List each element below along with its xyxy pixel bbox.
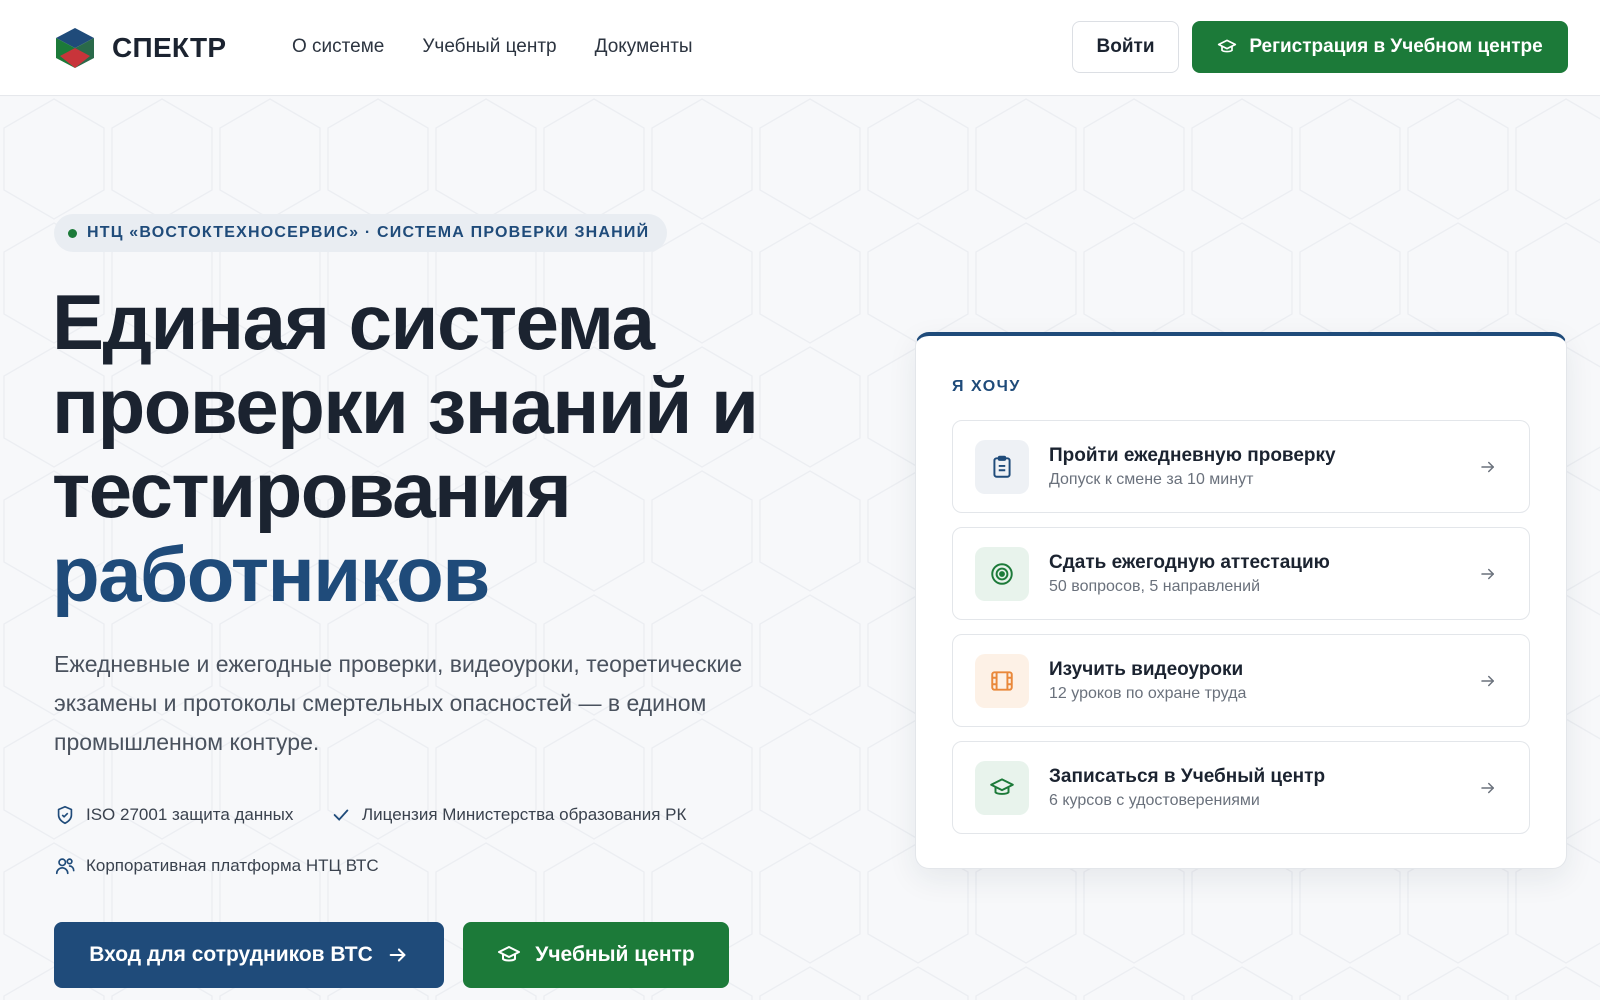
option-icon-wrap	[975, 760, 1029, 815]
nav-about[interactable]: О системе	[292, 36, 384, 58]
graduation-cap-icon	[498, 946, 521, 962]
option-text: Сдать ежегодную аттестацию 50 вопросов, …	[1049, 552, 1479, 596]
employee-login-label: Вход для сотрудников ВТС	[89, 943, 373, 966]
option-icon-wrap	[975, 546, 1029, 601]
target-icon	[991, 562, 1013, 585]
headline-line-3: тестирования	[52, 446, 572, 534]
training-center-button[interactable]: Учебный центр	[463, 922, 729, 988]
graduation-cap-icon	[990, 777, 1014, 795]
option-subtitle: 12 уроков по охране труда	[1049, 684, 1247, 702]
option-daily-check[interactable]: Пройти ежедневную проверку Допуск к смен…	[952, 420, 1530, 513]
arrow-right-icon	[389, 948, 406, 962]
feature-license: Лицензия Министерства образования РК	[330, 804, 686, 826]
arrow-right-icon	[1481, 568, 1494, 579]
org-badge-text: НТЦ «ВОСТОКТЕХНОСЕРВИС» · СИСТЕМА ПРОВЕР…	[87, 224, 650, 241]
option-text: Пройти ежедневную проверку Допуск к смен…	[1049, 445, 1479, 489]
option-annual-attestation[interactable]: Сдать ежегодную аттестацию 50 вопросов, …	[952, 527, 1530, 620]
brand-logo[interactable]: СПЕКТР	[54, 26, 226, 70]
shield-check-icon	[57, 805, 73, 825]
hero-subtitle: Ежедневные и ежегодные проверки, видеоур…	[54, 651, 743, 755]
main-nav: О системе Учебный центр Документы	[292, 36, 693, 58]
users-icon	[55, 858, 75, 875]
option-subtitle: 50 вопросов, 5 направлений	[1049, 577, 1261, 595]
option-text: Изучить видеоуроки 12 уроков по охране т…	[1049, 659, 1479, 703]
card-title: Я ХОЧУ	[952, 378, 1021, 395]
film-icon	[991, 670, 1013, 691]
employee-login-button[interactable]: Вход для сотрудников ВТС	[54, 922, 444, 988]
top-header: СПЕКТР О системе Учебный центр Документы…	[0, 0, 1600, 96]
feature-license-label: Лицензия Министерства образования РК	[362, 805, 687, 824]
option-subtitle: 6 курсов с удостоверениями	[1049, 791, 1260, 809]
arrow-right-icon	[1481, 461, 1494, 472]
org-badge: НТЦ «ВОСТОКТЕХНОСЕРВИС» · СИСТЕМА ПРОВЕР…	[54, 214, 668, 252]
feature-platform: Корпоративная платформа НТЦ ВТС	[54, 855, 379, 877]
arrow-right-icon	[1481, 782, 1494, 793]
register-button[interactable]: Регистрация в Учебном центре	[1192, 21, 1568, 73]
option-text: Записаться в Учебный центр 6 курсов с уд…	[1049, 766, 1479, 810]
training-center-label: Учебный центр	[535, 943, 695, 966]
option-subtitle: Допуск к смене за 10 минут	[1049, 470, 1254, 488]
nav-documents[interactable]: Документы	[595, 36, 693, 58]
register-button-label: Регистрация в Учебном центре	[1249, 36, 1543, 57]
option-icon-wrap	[975, 653, 1029, 708]
option-video-lessons[interactable]: Изучить видеоуроки 12 уроков по охране т…	[952, 634, 1530, 727]
option-title: Записаться в Учебный центр	[1049, 765, 1326, 787]
graduation-cap-icon	[1218, 39, 1237, 53]
feature-iso-label: ISO 27001 защита данных	[86, 805, 294, 824]
page-title: Единая система проверки знаний и тестиро…	[52, 280, 872, 616]
option-title: Пройти ежедневную проверку	[1049, 444, 1336, 466]
check-icon	[333, 809, 349, 821]
nav-training-center[interactable]: Учебный центр	[422, 36, 556, 58]
arrow-right-icon	[1481, 675, 1494, 686]
login-button[interactable]: Войти	[1072, 21, 1179, 73]
quick-actions-card: Я ХОЧУ Пройти ежедневную проверку Допуск…	[915, 332, 1567, 869]
feature-iso: ISO 27001 защита данных	[54, 804, 293, 826]
brand-name: СПЕКТР	[112, 32, 227, 63]
headline-line-1: Единая система	[52, 278, 655, 366]
clipboard-icon	[993, 455, 1011, 478]
headline-accent: работников	[52, 530, 490, 618]
feature-platform-label: Корпоративная платформа НТЦ ВТС	[86, 856, 379, 875]
cube-logo-icon	[56, 28, 94, 68]
option-training-center-enroll[interactable]: Записаться в Учебный центр 6 курсов с уд…	[952, 741, 1530, 834]
status-dot	[68, 228, 77, 238]
headline-line-2: проверки знаний и	[52, 362, 759, 450]
option-title: Сдать ежегодную аттестацию	[1049, 551, 1330, 573]
option-icon-wrap	[975, 439, 1029, 494]
option-title: Изучить видеоуроки	[1049, 658, 1244, 680]
